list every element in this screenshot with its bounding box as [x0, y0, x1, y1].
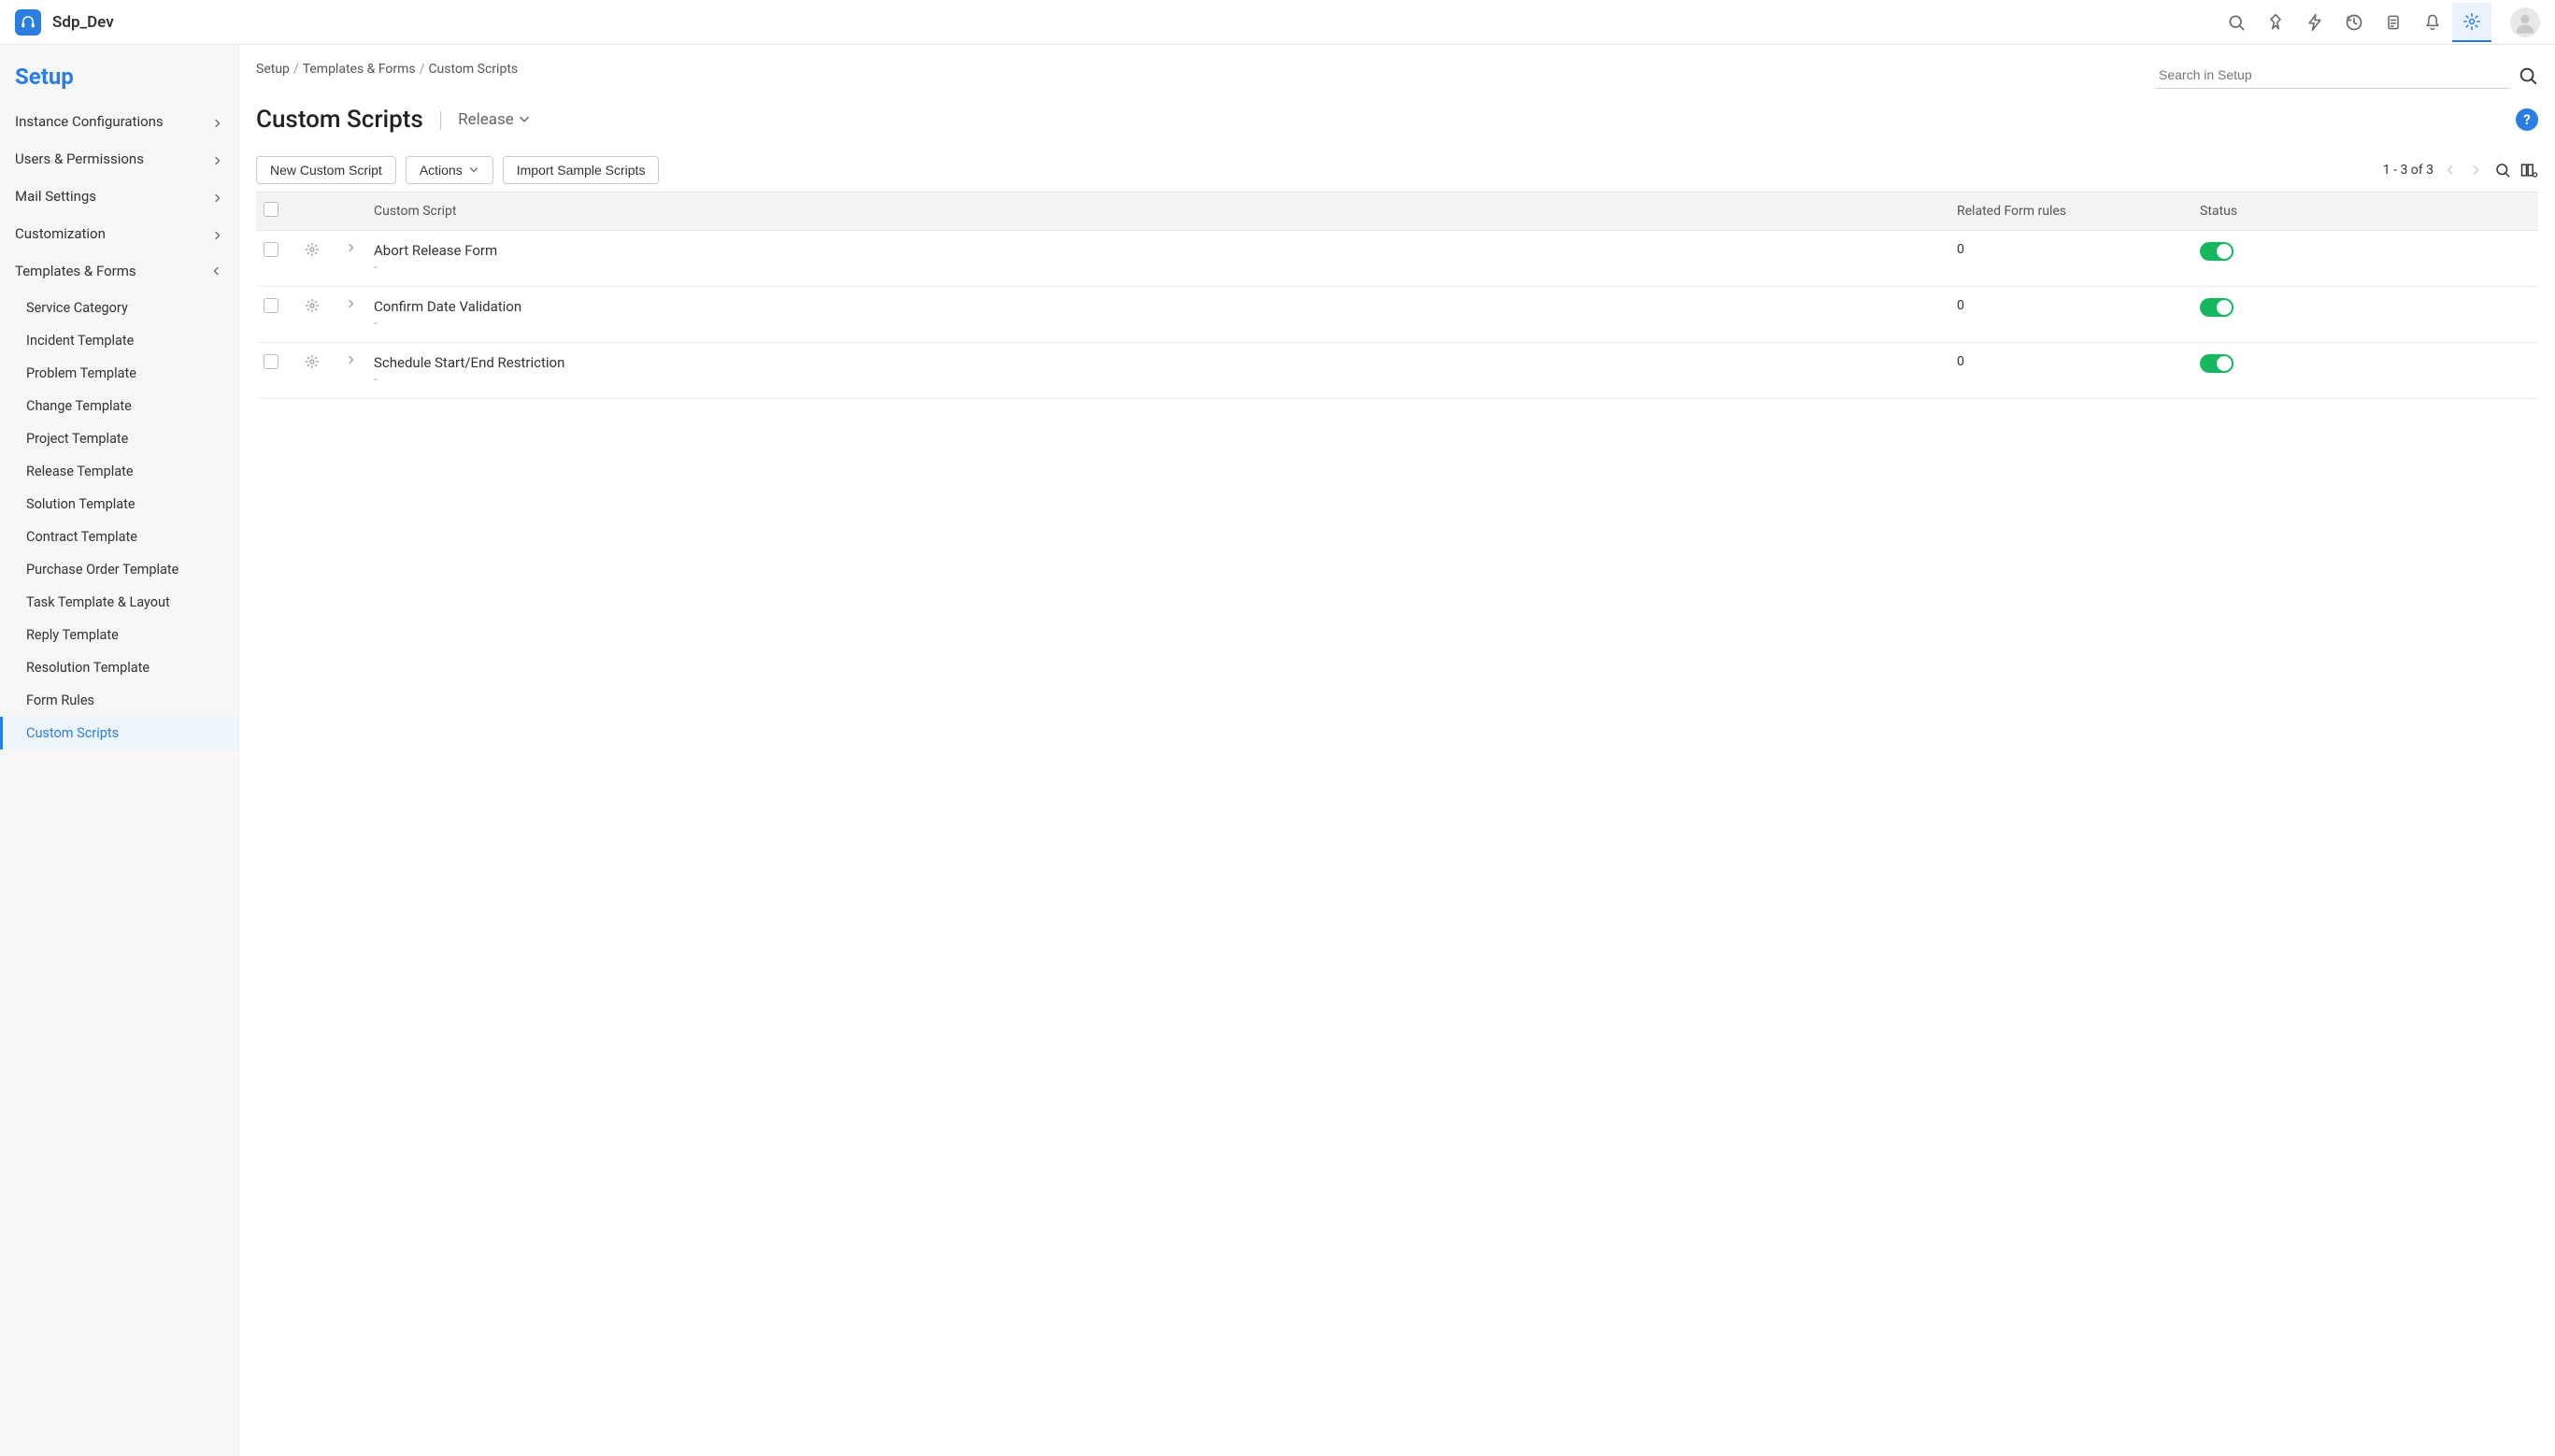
row-checkbox[interactable]: [264, 354, 278, 369]
sidebar-item-form-rules[interactable]: Form Rules: [0, 684, 238, 717]
status-toggle[interactable]: [2200, 354, 2234, 373]
expand-row-button[interactable]: [346, 354, 357, 369]
new-custom-script-button[interactable]: New Custom Script: [256, 156, 396, 184]
breadcrumb-setup[interactable]: Setup: [256, 62, 290, 77]
sidebar-group-instance-configurations[interactable]: Instance Configurations: [0, 103, 238, 140]
sidebar-item-custom-scripts[interactable]: Custom Scripts: [0, 717, 238, 749]
column-header-name: Custom Script: [366, 193, 1949, 231]
chevron-down-icon: [212, 265, 223, 277]
sidebar-group-label: Users & Permissions: [15, 150, 144, 167]
related-form-rules: 0: [1949, 231, 2192, 287]
page-title: Custom Scripts: [256, 106, 423, 134]
chevron-down-icon: [468, 164, 479, 176]
breadcrumb: Setup/Templates & Forms/Custom Scripts: [256, 62, 518, 77]
pagination-text: 1 - 3 of 3: [2383, 163, 2434, 178]
bell-icon[interactable]: [2413, 3, 2452, 42]
status-toggle[interactable]: [2200, 242, 2234, 261]
sidebar-item-incident-template[interactable]: Incident Template: [0, 324, 238, 357]
help-button[interactable]: ?: [2516, 108, 2538, 131]
sidebar-item-solution-template[interactable]: Solution Template: [0, 488, 238, 521]
sidebar-group-label: Templates & Forms: [15, 263, 136, 279]
table-row: Confirm Date Validation -0: [256, 287, 2538, 343]
row-settings-button[interactable]: [305, 358, 320, 373]
sidebar-item-release-template[interactable]: Release Template: [0, 455, 238, 488]
module-selector-label: Release: [458, 110, 514, 129]
main-content: Setup/Templates & Forms/Custom Scripts C…: [239, 45, 2555, 1456]
row-settings-button[interactable]: [305, 246, 320, 261]
chevron-right-icon: [212, 116, 223, 127]
custom-scripts-table: Custom Script Related Form rules Status …: [256, 192, 2538, 399]
sidebar-group-label: Instance Configurations: [15, 113, 164, 130]
chevron-down-icon: [518, 113, 531, 126]
clipboard-icon[interactable]: [2374, 3, 2413, 42]
search-icon[interactable]: [2217, 3, 2256, 42]
chevron-right-icon: [212, 191, 223, 202]
topbar: Sdp_Dev: [0, 0, 2555, 45]
actions-button[interactable]: Actions: [406, 156, 493, 184]
pin-icon[interactable]: [2256, 3, 2295, 42]
script-name[interactable]: Schedule Start/End Restriction: [374, 354, 1942, 371]
module-selector[interactable]: Release: [458, 110, 531, 129]
related-form-rules: 0: [1949, 343, 2192, 399]
table-row: Abort Release Form -0: [256, 231, 2538, 287]
prev-page-button[interactable]: [2441, 161, 2460, 179]
sidebar-group-label: Customization: [15, 225, 106, 242]
row-checkbox[interactable]: [264, 298, 278, 313]
script-name[interactable]: Abort Release Form: [374, 242, 1942, 259]
column-settings-button[interactable]: [2519, 161, 2538, 179]
sidebar-group-users-permissions[interactable]: Users & Permissions: [0, 140, 238, 178]
sidebar-item-problem-template[interactable]: Problem Template: [0, 357, 238, 390]
sidebar-item-purchase-order-template[interactable]: Purchase Order Template: [0, 553, 238, 586]
script-sub: -: [374, 261, 1942, 275]
import-sample-scripts-button[interactable]: Import Sample Scripts: [503, 156, 660, 184]
script-sub: -: [374, 317, 1942, 331]
gear-icon[interactable]: [2452, 3, 2491, 42]
sidebar-item-service-category[interactable]: Service Category: [0, 292, 238, 324]
script-name[interactable]: Confirm Date Validation: [374, 298, 1942, 315]
breadcrumb-templates-forms[interactable]: Templates & Forms: [303, 62, 416, 77]
bolt-icon[interactable]: [2295, 3, 2334, 42]
expand-row-button[interactable]: [346, 298, 357, 313]
chevron-right-icon: [212, 228, 223, 239]
related-form-rules: 0: [1949, 287, 2192, 343]
history-icon[interactable]: [2334, 3, 2374, 42]
app-logo[interactable]: [15, 9, 41, 36]
avatar[interactable]: [2510, 7, 2540, 37]
search-setup-input[interactable]: [2155, 62, 2510, 89]
row-checkbox[interactable]: [264, 242, 278, 257]
sidebar-item-task-template-layout[interactable]: Task Template & Layout: [0, 586, 238, 619]
sidebar-group-label: Mail Settings: [15, 188, 96, 205]
table-search-button[interactable]: [2493, 161, 2512, 179]
sidebar-item-reply-template[interactable]: Reply Template: [0, 619, 238, 651]
sidebar-group-mail-settings[interactable]: Mail Settings: [0, 178, 238, 215]
breadcrumb-custom-scripts: Custom Scripts: [428, 62, 518, 77]
topbar-icons: [2217, 3, 2491, 42]
sidebar-item-project-template[interactable]: Project Template: [0, 422, 238, 455]
sidebar-title: Setup: [0, 58, 238, 103]
sidebar-item-contract-template[interactable]: Contract Template: [0, 521, 238, 553]
column-header-status: Status: [2192, 193, 2538, 231]
app-title: Sdp_Dev: [52, 13, 114, 32]
select-all-checkbox[interactable]: [264, 202, 278, 217]
row-settings-button[interactable]: [305, 302, 320, 317]
sidebar-item-resolution-template[interactable]: Resolution Template: [0, 651, 238, 684]
column-header-rules: Related Form rules: [1949, 193, 2192, 231]
table-row: Schedule Start/End Restriction -0: [256, 343, 2538, 399]
sidebar-group-templates-forms[interactable]: Templates & Forms: [0, 252, 238, 290]
chevron-right-icon: [212, 153, 223, 164]
sidebar-item-change-template[interactable]: Change Template: [0, 390, 238, 422]
search-icon[interactable]: [2518, 65, 2538, 86]
next-page-button[interactable]: [2467, 161, 2486, 179]
status-toggle[interactable]: [2200, 298, 2234, 317]
pagination: 1 - 3 of 3: [2383, 161, 2538, 179]
script-sub: -: [374, 373, 1942, 387]
search-setup: [2155, 62, 2538, 89]
sidebar: Setup Instance Configurations Users & Per…: [0, 45, 239, 1456]
expand-row-button[interactable]: [346, 242, 357, 257]
sidebar-group-customization[interactable]: Customization: [0, 215, 238, 252]
